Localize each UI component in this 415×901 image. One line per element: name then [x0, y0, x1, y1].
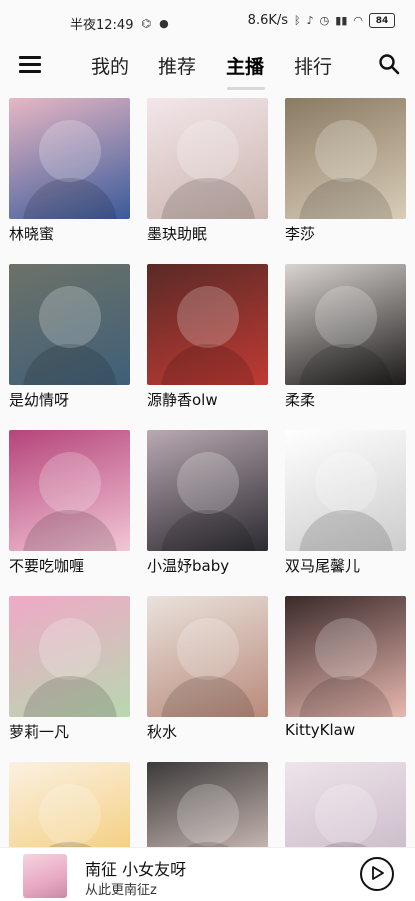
streamer-name: 柔柔	[285, 391, 316, 409]
streamer-card[interactable]: 小温妤baby	[147, 430, 269, 576]
streamer-name: 小温妤baby	[147, 557, 230, 575]
streamer-card[interactable]: 林晓蜜	[9, 98, 131, 244]
streamer-name: 是幼情呀	[9, 391, 70, 409]
streamer-card[interactable]: KittyKlaw	[285, 596, 407, 739]
streamer-name: 萝莉一凡	[9, 723, 70, 741]
alarm-icon: ◷	[319, 14, 330, 27]
streamer-avatar[interactable]	[9, 98, 130, 219]
streamer-name: 不要吃咖喱	[9, 557, 85, 575]
top-nav: 我的 推荐 主播 排行	[0, 42, 415, 92]
streamer-card[interactable]: 是幼情呀	[9, 264, 131, 410]
search-icon[interactable]	[378, 53, 400, 75]
active-tab-indicator	[227, 87, 265, 90]
streamer-avatar[interactable]	[147, 264, 268, 385]
streamer-name: 林晓蜜	[9, 225, 55, 243]
network-speed: 8.6K/s	[247, 13, 289, 28]
streamer-card[interactable]: 源静香olw	[147, 264, 269, 410]
streamer-name: 李莎	[285, 225, 316, 243]
streamer-card[interactable]: 柔柔	[285, 264, 407, 410]
streamer-avatar[interactable]	[9, 430, 130, 551]
tab-recommend[interactable]: 推荐	[158, 52, 196, 79]
tab-streamers[interactable]: 主播	[226, 52, 264, 79]
hamburger-menu-icon[interactable]	[19, 56, 41, 74]
streamer-card[interactable]: 不要吃咖喱	[9, 430, 131, 576]
player-cover-art[interactable]	[23, 854, 67, 898]
signal-icon: ▮▮	[335, 14, 348, 27]
mute-bell-icon: ♪	[306, 14, 314, 27]
streamer-card[interactable]: 李莎	[285, 98, 407, 244]
streamer-card[interactable]: 萝莉一凡	[9, 596, 131, 742]
streamer-avatar[interactable]	[147, 98, 268, 219]
streamer-name: 墨玦助眠	[147, 225, 208, 243]
streamer-card[interactable]: 墨玦助眠	[147, 98, 269, 244]
app-notification-icon: ⌬	[141, 17, 152, 30]
streamer-name: 双马尾馨儿	[285, 557, 361, 575]
qq-notification-icon: ●	[159, 17, 169, 30]
streamer-avatar[interactable]	[147, 430, 268, 551]
streamer-avatar[interactable]	[285, 596, 406, 717]
bluetooth-icon: ᛒ	[294, 14, 301, 27]
streamer-avatar[interactable]	[285, 98, 406, 219]
status-bar: 半夜12:49 ⌬ ● 8.6K/s ᛒ ♪ ◷ ▮▮ ◠ 84	[0, 0, 415, 42]
streamer-avatar[interactable]	[9, 596, 130, 717]
play-button[interactable]	[360, 857, 394, 891]
streamer-avatar[interactable]	[9, 264, 130, 385]
tab-ranking[interactable]: 排行	[294, 52, 332, 79]
tab-mine[interactable]: 我的	[91, 52, 129, 79]
play-icon	[372, 866, 384, 880]
streamer-name: 源静香olw	[147, 391, 218, 409]
streamer-name: 秋水	[147, 723, 178, 741]
player-title: 南征 小女友呀	[85, 860, 187, 879]
streamer-name: KittyKlaw	[285, 721, 356, 739]
status-time: 半夜12:49	[70, 18, 134, 33]
streamer-card[interactable]: 双马尾馨儿	[285, 430, 407, 576]
player-subtitle: 从此更南征z	[85, 883, 157, 898]
streamer-card[interactable]: 秋水	[147, 596, 269, 742]
streamer-avatar[interactable]	[285, 430, 406, 551]
mini-player[interactable]: 南征 小女友呀 从此更南征z	[0, 847, 415, 901]
streamer-avatar[interactable]	[285, 264, 406, 385]
wifi-icon: ◠	[353, 14, 363, 27]
battery-icon: 84	[369, 13, 395, 28]
streamer-avatar[interactable]	[147, 596, 268, 717]
